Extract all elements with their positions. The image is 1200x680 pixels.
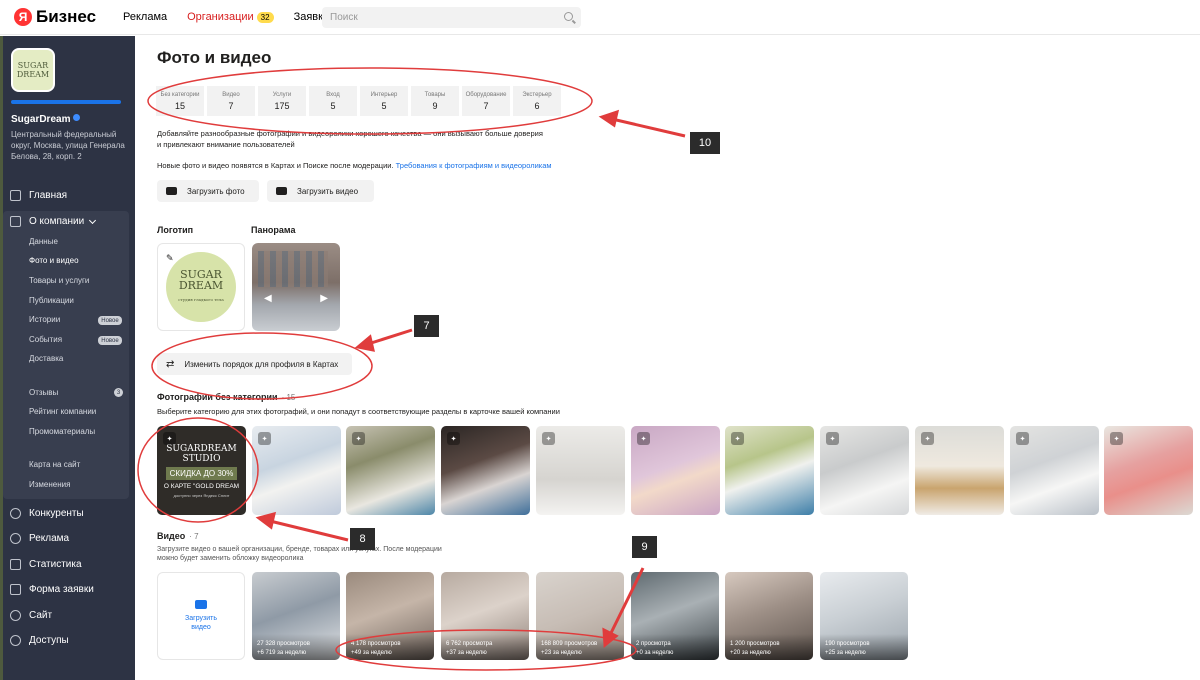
- annotation-overlay: [137, 67, 686, 671]
- annotation-ellipse-stats: [147, 67, 593, 135]
- annotation-arrow-9: [608, 567, 645, 636]
- annotation-arrow-7: [367, 328, 413, 346]
- annotation-label-7: 7: [414, 315, 439, 337]
- annotation-ellipse-promo: [137, 417, 259, 523]
- annotation-arrow-8: [269, 519, 349, 542]
- annotation-arrowhead-10: [598, 109, 620, 128]
- annotation-arrowhead-7: [354, 334, 375, 352]
- annotation-arrow-10: [611, 117, 686, 138]
- annotation-label-9: 9: [632, 536, 657, 558]
- annotation-label-8: 8: [350, 528, 375, 550]
- annotation-ellipse-reorder: [151, 332, 373, 400]
- annotation-arrowhead-8: [255, 511, 277, 530]
- annotation-arrowhead-9: [602, 627, 619, 649]
- annotation-label-10: 10: [690, 132, 720, 154]
- annotation-ellipse-views: [335, 629, 637, 671]
